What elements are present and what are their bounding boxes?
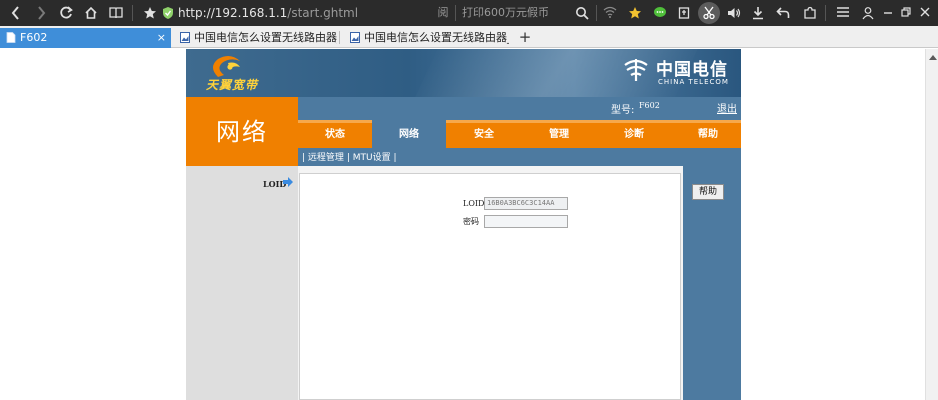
section-title: 网络	[216, 118, 268, 146]
reload-icon[interactable]	[56, 0, 76, 26]
search-suggestion[interactable]: 打印600万元假币	[462, 4, 549, 22]
logout-link[interactable]: 退出	[717, 100, 737, 115]
download-icon[interactable]	[748, 0, 768, 26]
password-label: 密码	[463, 217, 479, 226]
bookmark-star-icon[interactable]	[140, 0, 160, 26]
reader-book-icon[interactable]	[106, 0, 126, 26]
tab-router-guide-2[interactable]: 中国电信怎么设置无线路由器_百	[344, 28, 509, 48]
favorites-star-icon[interactable]	[625, 0, 645, 26]
address-bar[interactable]: http://192.168.1.1/start.ghtml	[178, 4, 358, 22]
tab-close-icon[interactable]: ×	[157, 29, 166, 47]
toolbar-divider	[596, 5, 597, 21]
toolbar-divider	[132, 5, 133, 21]
nav-tab-security[interactable]: 安全	[447, 120, 521, 148]
right-help-column	[683, 166, 741, 400]
nav-tab-management[interactable]: 管理	[522, 120, 596, 148]
china-telecom-logo-icon	[624, 59, 648, 81]
help-button[interactable]: 帮助	[692, 184, 724, 200]
tab-label: 中国电信怎么设置无线路由器_百	[364, 31, 509, 44]
download-box-icon[interactable]	[674, 0, 694, 26]
tianyi-brand-text: 天翼宽带	[206, 78, 259, 92]
china-telecom-text: 中国电信	[656, 60, 728, 80]
volume-icon[interactable]	[724, 0, 744, 26]
close-window-icon[interactable]	[915, 0, 935, 26]
tab-divider	[339, 31, 340, 44]
loid-label: LOID	[463, 199, 485, 208]
subnav-separator: |	[302, 153, 306, 163]
new-tab-button[interactable]: +	[517, 26, 533, 48]
search-icon[interactable]	[572, 0, 592, 26]
scroll-up-icon[interactable]	[929, 55, 937, 60]
subnav-separator: |	[346, 153, 350, 163]
page-scrollbar[interactable]	[925, 49, 938, 400]
minimize-icon[interactable]	[878, 0, 898, 26]
tab-label: F602	[20, 31, 48, 44]
china-telecom-english: CHINA TELECOM	[658, 78, 729, 86]
address-path: /start.ghtml	[287, 6, 359, 20]
sub-nav: | 远程管理 | MTU设置 |	[302, 150, 397, 163]
scissors-icon[interactable]	[698, 2, 720, 24]
forward-icon[interactable]	[31, 0, 51, 26]
home-icon[interactable]	[81, 0, 101, 26]
back-icon[interactable]	[6, 0, 26, 26]
subnav-remote-management[interactable]: 远程管理	[308, 153, 344, 163]
address-host: http://192.168.1.1	[178, 6, 288, 20]
tab-bar: F602 × 中国电信怎么设置无线路由器_百 中国电信怎么设置无线路由器_百	[0, 26, 938, 48]
password-field[interactable]	[484, 215, 568, 228]
puzzle-icon[interactable]	[800, 0, 820, 26]
subnav-mtu-settings[interactable]: MTU设置	[353, 153, 391, 163]
chat-icon[interactable]	[650, 0, 670, 26]
undo-icon[interactable]	[773, 0, 793, 26]
model-value: F602	[639, 101, 660, 110]
toolbar-divider	[825, 5, 826, 21]
tab-router-guide-1[interactable]: 中国电信怎么设置无线路由器_百	[174, 28, 337, 48]
image-page-icon	[180, 32, 190, 43]
reader-mode-icon[interactable]: 阅	[436, 0, 450, 26]
toolbar-divider	[455, 5, 456, 21]
device-info-bar: 型号: F602 退出	[298, 97, 741, 120]
tab-f602[interactable]: F602 ×	[0, 28, 171, 48]
browser-toolbar: http://192.168.1.1/start.ghtml 阅 打印600万元…	[0, 0, 938, 26]
main-nav: 状态 网络 安全 管理 诊断 帮助	[298, 120, 741, 148]
model-label: 型号:	[611, 105, 635, 116]
left-sidebar	[186, 166, 298, 400]
loid-field[interactable]: 16B0A3BC6C3C14AA	[484, 197, 568, 210]
menu-icon[interactable]	[833, 0, 853, 26]
nav-tab-diagnostics[interactable]: 诊断	[597, 120, 671, 148]
tab-label: 中国电信怎么设置无线路由器_百	[194, 31, 337, 44]
page-icon	[6, 32, 16, 43]
image-page-icon	[350, 32, 360, 43]
shield-icon[interactable]	[158, 0, 178, 26]
restore-icon[interactable]	[896, 0, 916, 26]
subnav-separator: |	[393, 153, 397, 163]
nav-tab-status[interactable]: 状态	[298, 120, 372, 148]
nav-tab-network[interactable]: 网络	[372, 120, 446, 148]
nav-tab-help[interactable]: 帮助	[671, 120, 745, 148]
header-banner: 天翼宽带 中国电信 CHINA TELECOM	[186, 49, 741, 97]
user-icon[interactable]	[858, 0, 878, 26]
wifi-icon[interactable]	[600, 0, 620, 26]
arrow-right-icon	[283, 177, 293, 187]
